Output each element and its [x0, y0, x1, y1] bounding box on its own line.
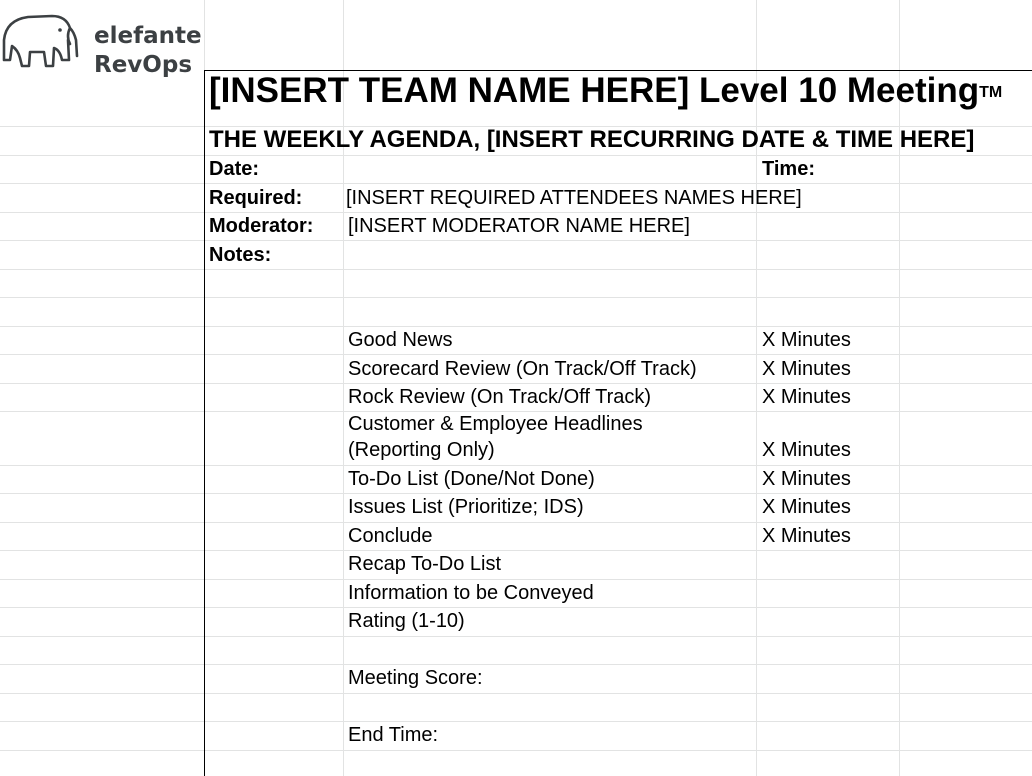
agenda-item[interactable]: Issues List (Prioritize; IDS)	[348, 496, 584, 518]
elephant-icon	[2, 14, 79, 68]
end-time-label[interactable]: End Time:	[348, 724, 438, 746]
agenda-item[interactable]: Customer & Employee Headlines	[348, 413, 643, 435]
agenda-item[interactable]: Recap To-Do List	[348, 553, 501, 575]
required-attendees-value[interactable]: [INSERT REQUIRED ATTENDEES NAMES HERE]	[346, 187, 802, 209]
agenda-duration[interactable]: X Minutes	[762, 358, 851, 380]
time-label: Time:	[762, 158, 815, 180]
agenda-duration[interactable]: X Minutes	[762, 525, 851, 547]
agenda-duration[interactable]: X Minutes	[762, 386, 851, 408]
agenda-item[interactable]: Good News	[348, 329, 453, 351]
required-label: Required:	[209, 187, 303, 209]
meeting-score-label[interactable]: Meeting Score:	[348, 667, 483, 689]
agenda-item[interactable]: Rock Review (On Track/Off Track)	[348, 386, 651, 408]
moderator-value[interactable]: [INSERT MODERATOR NAME HERE]	[348, 215, 690, 237]
agenda-duration[interactable]: X Minutes	[762, 439, 851, 461]
agenda-item[interactable]: Conclude	[348, 525, 433, 547]
agenda-item[interactable]: Scorecard Review (On Track/Off Track)	[348, 358, 697, 380]
logo: elefante RevOps	[0, 10, 205, 78]
agenda-item[interactable]: To-Do List (Done/Not Done)	[348, 468, 595, 490]
logo-line-2: RevOps	[94, 52, 193, 78]
agenda-subtitle: THE WEEKLY AGENDA, [INSERT RECURRING DAT…	[209, 126, 975, 153]
agenda-duration[interactable]: X Minutes	[762, 468, 851, 490]
agenda-duration[interactable]: X Minutes	[762, 496, 851, 518]
notes-label: Notes:	[209, 244, 272, 266]
logo-line-1: elefante	[94, 23, 202, 49]
agenda-item[interactable]: Rating (1-10)	[348, 610, 465, 632]
moderator-label: Moderator:	[209, 215, 314, 237]
agenda-item-continued[interactable]: (Reporting Only)	[348, 439, 495, 461]
table-border-left	[204, 70, 205, 776]
date-label: Date:	[209, 158, 260, 180]
page-title: [INSERT TEAM NAME HERE] Level 10 Meeting…	[209, 71, 1003, 110]
agenda-duration[interactable]: X Minutes	[762, 329, 851, 351]
agenda-item[interactable]: Information to be Conveyed	[348, 582, 594, 604]
trademark-mark: TM	[979, 84, 1003, 101]
